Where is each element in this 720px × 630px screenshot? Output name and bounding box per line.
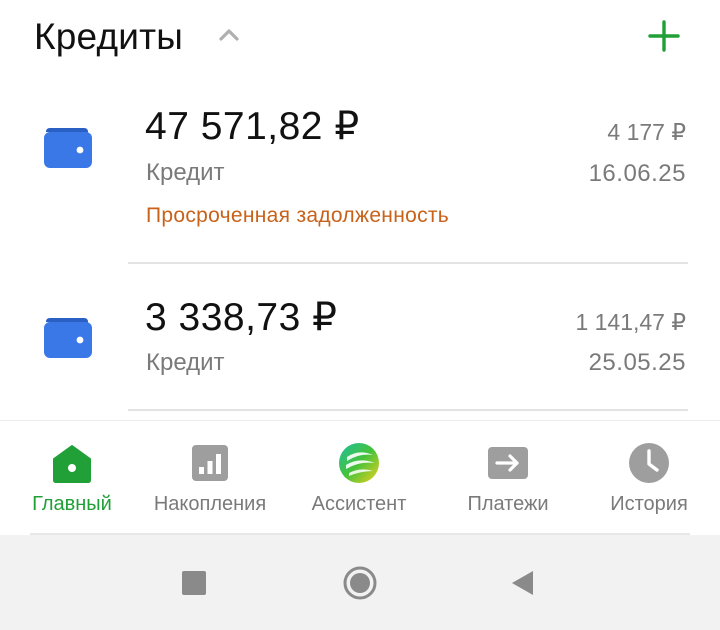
assistant-logo-icon bbox=[339, 443, 379, 483]
next-payment-amount: 1 141,47 ₽ bbox=[575, 309, 686, 335]
overdue-status: Просроченная задолженность bbox=[146, 204, 450, 227]
credit-type: Кредит bbox=[146, 349, 225, 376]
credit-type: Кредит bbox=[146, 159, 225, 186]
credit-item[interactable]: 3 338,73 ₽ Кредит 1 141,47 ₽ 25.05.25 bbox=[0, 265, 720, 411]
credits-header: Кредиты bbox=[0, 0, 720, 80]
credit-amount: 47 571,82 ₽ bbox=[145, 105, 360, 148]
divider bbox=[128, 409, 688, 411]
add-credit-button[interactable] bbox=[644, 16, 684, 56]
bottom-navigation: Главный Накопления Ассистент Платежи Ист… bbox=[0, 420, 720, 535]
nav-label: Накопления bbox=[153, 493, 267, 515]
credit-item[interactable]: 47 571,82 ₽ Кредит Просроченная задолжен… bbox=[0, 90, 720, 264]
nav-tab-assistant[interactable]: Ассистент bbox=[287, 421, 431, 536]
wallet-icon bbox=[44, 318, 92, 358]
nav-tab-payments[interactable]: Платежи bbox=[436, 421, 580, 536]
back-icon[interactable] bbox=[504, 565, 540, 601]
next-payment-amount: 4 177 ₽ bbox=[607, 119, 686, 145]
home-icon bbox=[53, 445, 91, 483]
next-payment-date: 16.06.25 bbox=[588, 160, 686, 187]
nav-label: История bbox=[610, 493, 688, 515]
nav-label: Платежи bbox=[467, 493, 549, 515]
savings-chart-icon bbox=[192, 445, 228, 481]
nav-label: Главный bbox=[32, 493, 112, 515]
clock-icon bbox=[629, 443, 669, 483]
home-circle-icon[interactable] bbox=[342, 565, 378, 601]
next-payment-date: 25.05.25 bbox=[588, 349, 686, 376]
divider bbox=[128, 262, 688, 264]
chevron-up-icon[interactable] bbox=[218, 26, 240, 42]
wallet-icon bbox=[44, 128, 92, 168]
nav-label: Ассистент bbox=[311, 493, 407, 515]
payments-arrow-icon bbox=[488, 447, 528, 479]
recent-apps-icon[interactable] bbox=[176, 565, 212, 601]
nav-tab-history[interactable]: История bbox=[577, 421, 720, 536]
nav-tab-savings[interactable]: Накопления bbox=[138, 421, 282, 536]
system-navigation-bar bbox=[0, 535, 720, 630]
credit-amount: 3 338,73 ₽ bbox=[145, 296, 338, 339]
nav-tab-home[interactable]: Главный bbox=[0, 421, 144, 536]
section-title[interactable]: Кредиты bbox=[34, 16, 183, 58]
